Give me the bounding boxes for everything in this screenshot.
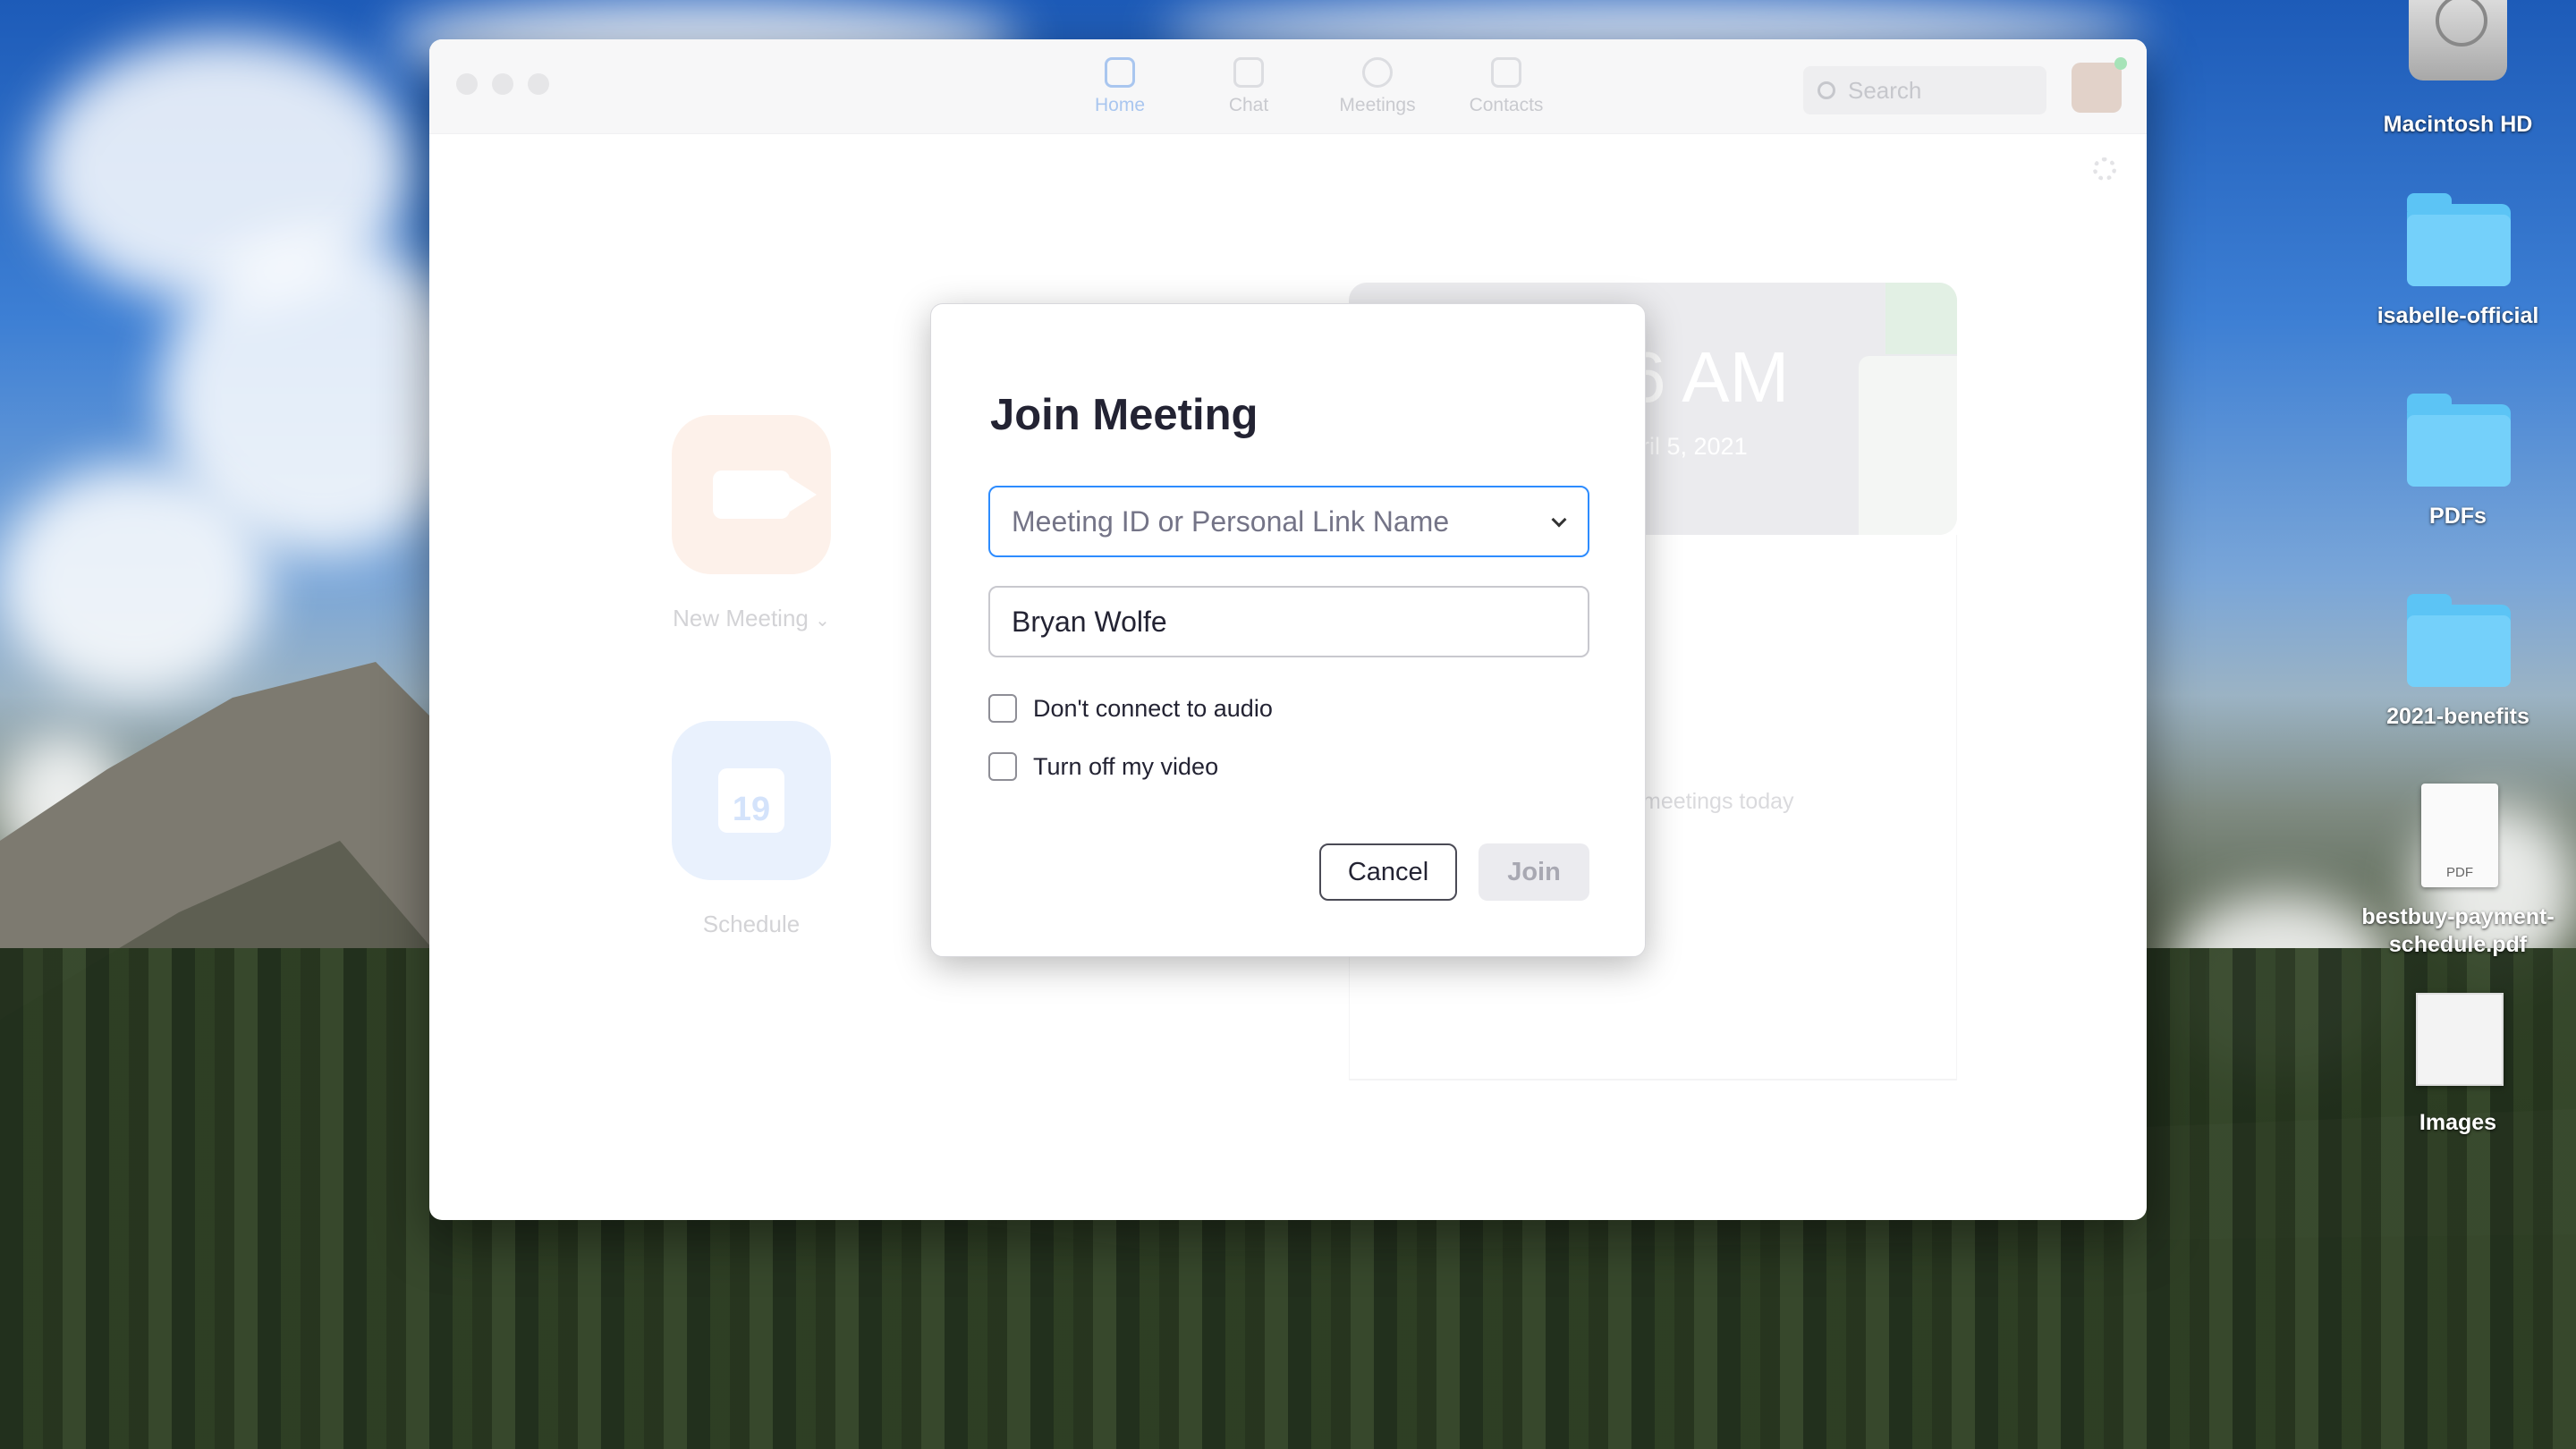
desktop-icon-label: isabelle-official (2377, 303, 2539, 328)
zoom-window-button[interactable] (528, 73, 549, 95)
new-meeting-label: New Meeting (673, 605, 809, 631)
schedule-button[interactable]: 19 Schedule (644, 721, 859, 938)
dialog-title: Join Meeting (990, 391, 1258, 439)
hard-drive-icon (2400, 0, 2516, 98)
plant-decoration (1859, 356, 1957, 535)
gear-icon[interactable] (2093, 157, 2116, 181)
cancel-button[interactable]: Cancel (1319, 843, 1457, 901)
desktop-icon-images[interactable]: Images (2342, 993, 2574, 1137)
tab-chat[interactable]: Chat (1184, 57, 1313, 116)
chat-icon (1233, 57, 1264, 88)
name-value: Bryan Wolfe (1012, 605, 1167, 638)
tab-label: Chat (1228, 95, 1269, 115)
dont-connect-audio-label[interactable]: Don't connect to audio (1033, 695, 1273, 723)
folder-icon (2400, 592, 2516, 691)
minimize-window-button[interactable] (492, 73, 513, 95)
desktop-icon-macintosh-hd[interactable]: Macintosh HD (2342, 0, 2574, 139)
new-meeting-tile[interactable] (672, 415, 831, 574)
video-camera-icon (713, 470, 817, 519)
close-window-button[interactable] (456, 73, 478, 95)
tab-label: Contacts (1469, 95, 1544, 115)
turn-off-video-option[interactable]: Turn off my video (988, 752, 1218, 781)
desktop-icon-pdfs[interactable]: PDFs (2342, 392, 2574, 530)
image-stack-icon (2400, 993, 2516, 1091)
calendar-day: 19 (732, 791, 771, 828)
folder-icon (2400, 191, 2516, 290)
desktop-icon-2021-benefits[interactable]: 2021-benefits (2342, 592, 2574, 731)
folder-icon (2400, 392, 2516, 490)
desktop-icon-isabelle-official[interactable]: isabelle-official (2342, 191, 2574, 330)
window-controls (456, 73, 549, 95)
pdf-badge: PDF (2421, 784, 2498, 887)
avatar[interactable] (2072, 57, 2127, 113)
tab-contacts[interactable]: Contacts (1442, 57, 1571, 116)
tab-label: Home (1094, 95, 1146, 115)
schedule-tile[interactable]: 19 (672, 721, 831, 880)
chevron-down-icon[interactable]: ⌄ (815, 611, 830, 631)
search-placeholder: Search (1848, 76, 1922, 104)
dont-connect-audio-option[interactable]: Don't connect to audio (988, 694, 1273, 723)
search-input[interactable]: Search (1803, 66, 2046, 114)
desktop-icon-bestbuy-pdf[interactable]: PDF bestbuy-payment-schedule.pdf (2342, 784, 2574, 959)
plant-leaf-decoration (1885, 283, 1957, 354)
calendar-icon: 19 (718, 768, 784, 833)
meeting-id-input[interactable]: Meeting ID or Personal Link Name (988, 486, 1589, 557)
meeting-id-placeholder: Meeting ID or Personal Link Name (1012, 504, 1450, 538)
join-meeting-dialog: Join Meeting Meeting ID or Personal Link… (930, 303, 1646, 957)
search-icon (1818, 81, 1835, 99)
tab-label: Meetings (1339, 95, 1416, 115)
clock-date: pril 5, 2021 (1628, 433, 1748, 460)
clock-time: 6 AM (1626, 337, 1790, 417)
no-meetings-text: meetings today (1642, 789, 1794, 814)
tab-meetings[interactable]: Meetings (1313, 57, 1442, 116)
tab-home[interactable]: Home (1055, 57, 1184, 116)
title-bar: Home Chat Meetings Contacts Search (429, 39, 2147, 134)
desktop-icon-label: bestbuy-payment-schedule.pdf (2361, 904, 2555, 957)
home-icon (1105, 57, 1135, 88)
chevron-down-icon[interactable] (1551, 512, 1567, 528)
new-meeting-button[interactable]: New Meeting ⌄ (644, 415, 859, 632)
schedule-label: Schedule (702, 911, 801, 937)
pdf-file-icon: PDF (2400, 784, 2516, 891)
dont-connect-audio-checkbox[interactable] (988, 694, 1017, 723)
name-input[interactable]: Bryan Wolfe (988, 586, 1589, 657)
main-tabs: Home Chat Meetings Contacts (1055, 57, 1571, 116)
desktop-icon-label: 2021-benefits (2386, 704, 2529, 729)
turn-off-video-checkbox[interactable] (988, 752, 1017, 781)
desktop-icon-label: PDFs (2429, 504, 2487, 529)
turn-off-video-label[interactable]: Turn off my video (1033, 753, 1218, 781)
desktop-icon-label: Images (2419, 1110, 2497, 1135)
join-button[interactable]: Join (1479, 843, 1589, 901)
desktop-icon-label: Macintosh HD (2383, 112, 2533, 137)
clock-icon (1362, 57, 1393, 88)
contacts-icon (1491, 57, 1521, 88)
